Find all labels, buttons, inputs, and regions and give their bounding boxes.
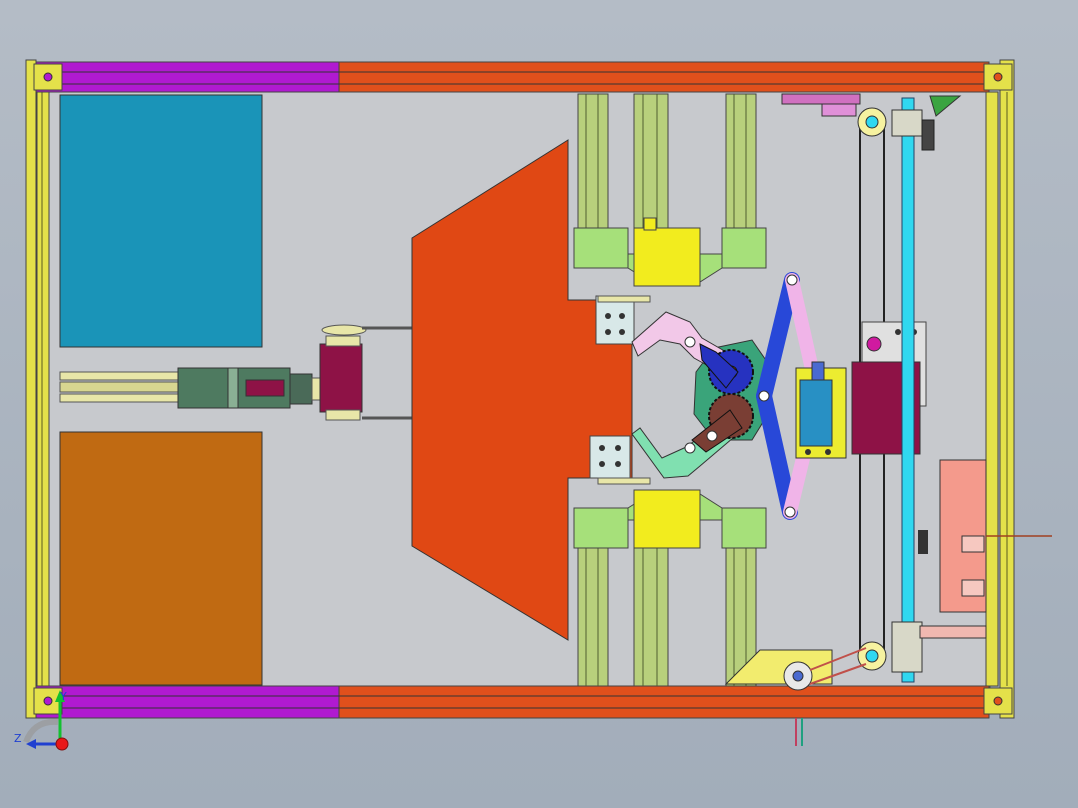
frame-bottom-orange — [338, 685, 990, 719]
drive-shaft — [901, 97, 915, 683]
frame-right-post-inner — [985, 91, 999, 687]
frame-top-orange — [338, 61, 990, 93]
bottom-carriage-left — [573, 507, 629, 549]
right-drive-motor — [851, 321, 927, 455]
top-motor — [633, 227, 701, 287]
servo-assembly — [795, 361, 847, 459]
top-carriage-right — [721, 227, 767, 269]
servo-body — [799, 379, 833, 447]
bottom-motor — [633, 489, 701, 549]
bottom-carriage-right — [721, 507, 767, 549]
bin-brown — [59, 431, 263, 686]
frame-top-purple — [35, 61, 340, 93]
cad-viewport[interactable]: Y Z — [0, 0, 1078, 808]
pusher-motor — [319, 343, 363, 413]
top-carriage-left — [573, 227, 629, 269]
axis-label-z: Z — [14, 732, 22, 745]
frame-left-post-inner — [36, 91, 50, 687]
bin-blue — [59, 94, 263, 348]
frame-bottom-purple — [35, 685, 340, 719]
axis-label-y: Y — [59, 690, 67, 703]
frame-left-post-outer — [25, 59, 37, 719]
